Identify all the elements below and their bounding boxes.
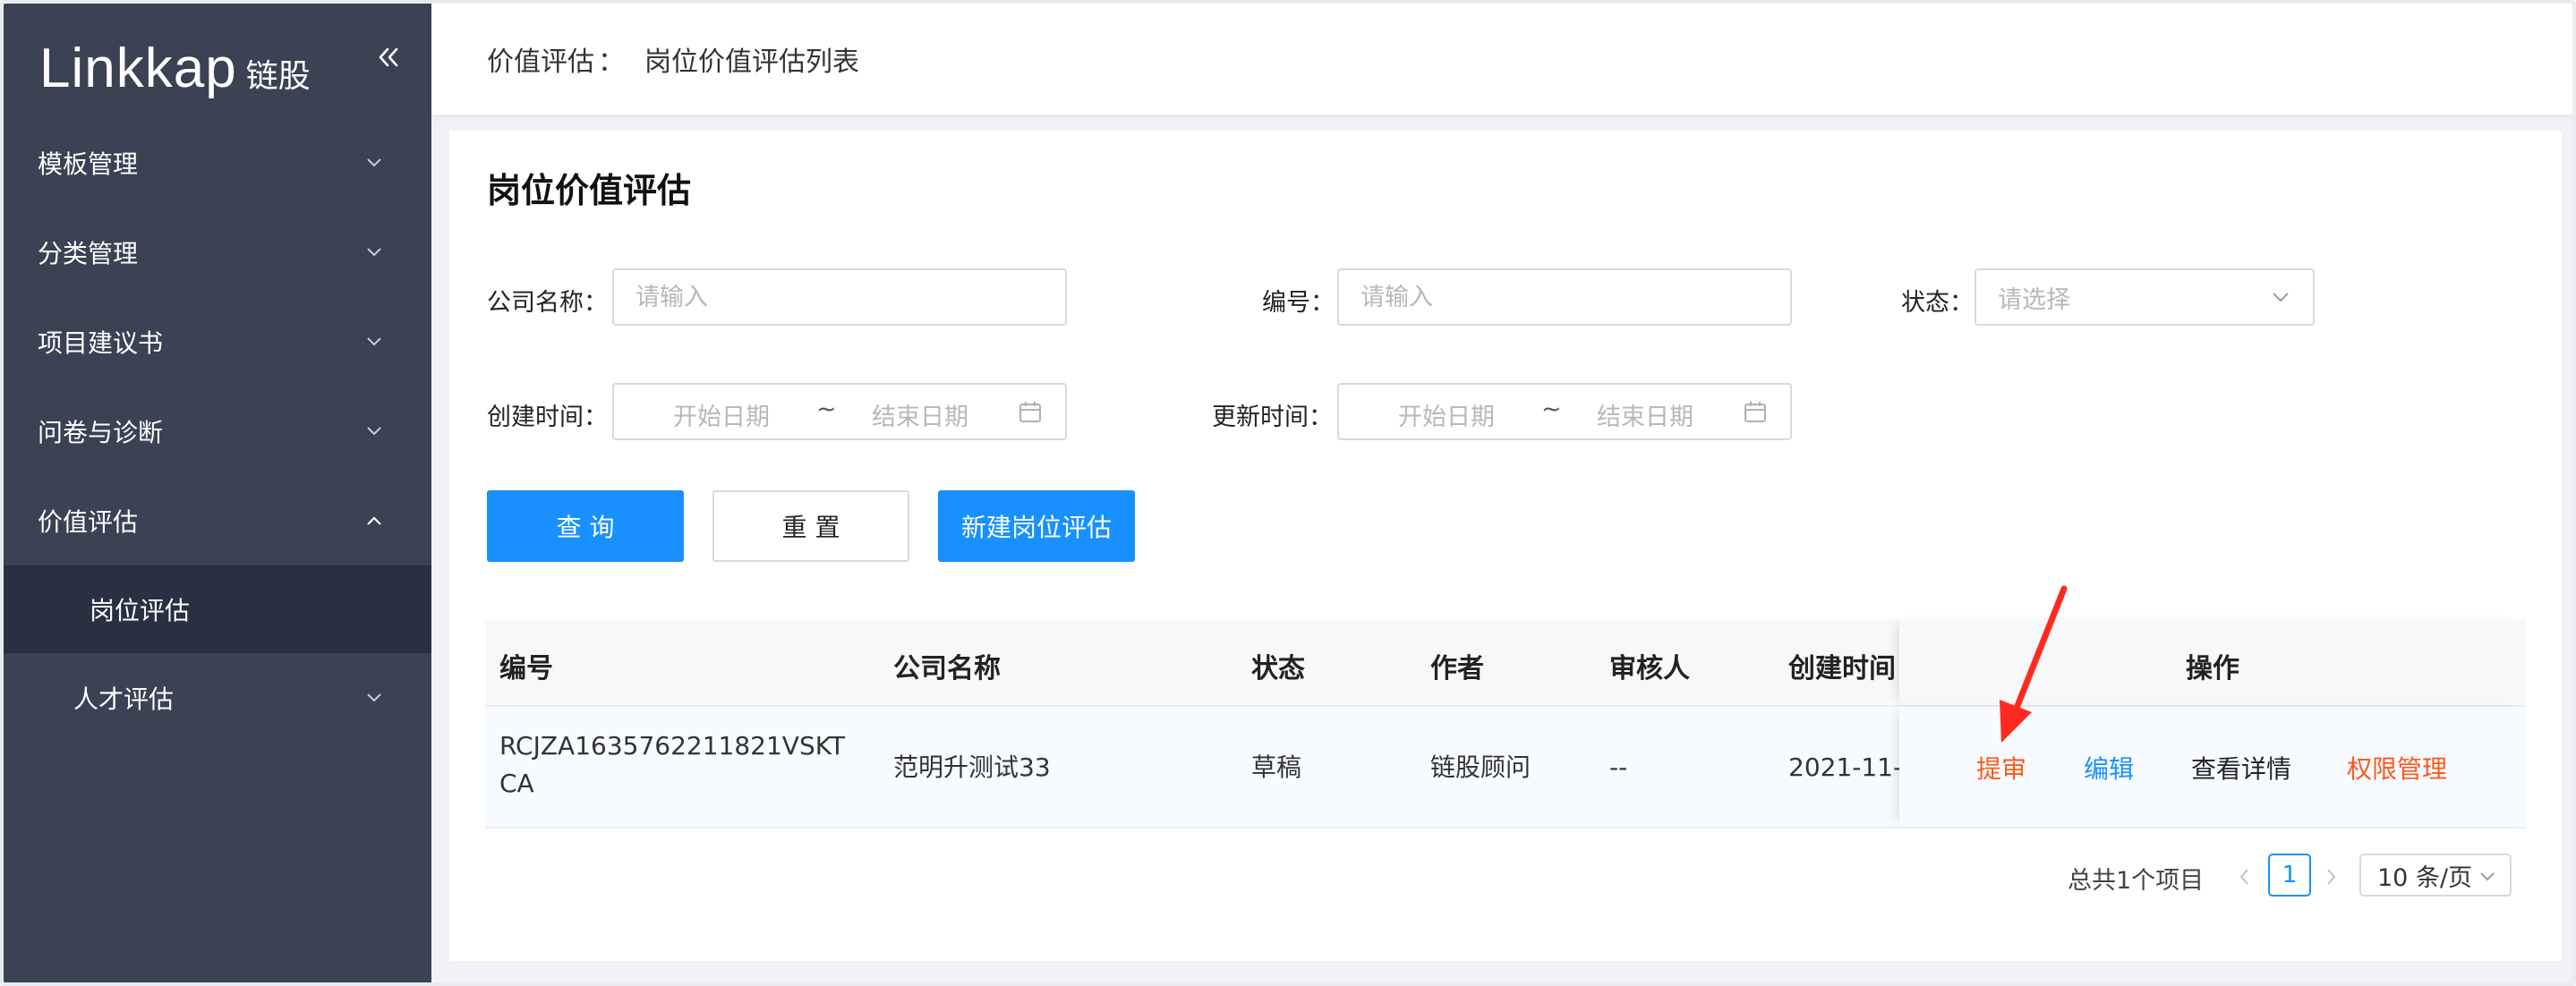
status-select[interactable]: 请选择 (1975, 268, 2315, 326)
company-name-input[interactable] (612, 268, 1067, 326)
sidebar-item-questionnaire[interactable]: 问卷与诊断 (4, 387, 431, 476)
updated-end-date: 结束日期 (1597, 404, 1693, 431)
brand-name-cn: 链股 (245, 58, 311, 95)
fixed-column-header: 操作 (1899, 619, 2526, 705)
status-select-placeholder: 请选择 (1998, 285, 2070, 314)
created-start-date: 开始日期 (673, 404, 770, 431)
code-input[interactable] (1337, 268, 1792, 326)
sidebar-item-category-management[interactable]: 分类管理 (4, 208, 431, 297)
chevron-down-icon (2273, 293, 2289, 302)
sidebar-item-template-management[interactable]: 模板管理 (4, 118, 431, 208)
page-size-select[interactable]: 10 条/页 (2359, 854, 2512, 897)
sidebar-item-label: 项目建议书 (38, 328, 164, 358)
permission-management-link[interactable]: 权限管理 (2347, 750, 2447, 786)
brand-name: Linkkap (39, 38, 237, 99)
chevron-down-icon (367, 248, 381, 257)
chevron-down-icon (2480, 872, 2495, 881)
updated-start-date: 开始日期 (1398, 404, 1495, 431)
cell-reviewer: -- (1609, 752, 1628, 782)
cell-created: 2021-11- (1788, 752, 1903, 782)
sidebar-menu: 模板管理 分类管理 项目建议书 问卷与诊断 价值评估 岗位评估 人才评估 (4, 118, 431, 743)
breadcrumb-root[interactable]: 价值评估 (487, 39, 594, 79)
breadcrumb: 价值评估 ： 岗位价值评估列表 (431, 4, 2572, 115)
cell-company: 范明升测试33 (893, 752, 1051, 782)
fixed-column-actions: 提审 编辑 查看详情 权限管理 (1899, 707, 2526, 827)
calendar-icon (1019, 402, 1041, 422)
sidebar-item-project-proposal[interactable]: 项目建议书 (4, 297, 431, 387)
pagination-page[interactable]: 1 (2268, 854, 2311, 897)
create-position-assessment-button[interactable]: 新建岗位评估 (938, 490, 1135, 562)
sidebar-subitem-position-assessment[interactable]: 岗位评估 (4, 565, 431, 653)
main-card: 岗位价值评估 公司名称： 编号： 状态： 请选择 创建时间： 开始日期 ~ 结束… (449, 131, 2562, 961)
calendar-icon (1744, 402, 1766, 422)
column-header-actions: 操作 (2186, 653, 2239, 684)
chevron-down-icon (367, 693, 381, 702)
cell-author: 链股顾问 (1430, 752, 1531, 782)
created-time-label: 创建时间： (487, 404, 608, 431)
pagination-total: 总共1个项目 (2068, 867, 2205, 895)
column-header-company: 公司名称 (893, 653, 1001, 684)
page-title: 岗位价值评估 (487, 171, 692, 210)
breadcrumb-separator: ： (598, 47, 625, 78)
created-date-range[interactable]: 开始日期 ~ 结束日期 (612, 383, 1067, 440)
range-separator: ~ (1541, 395, 1562, 423)
sidebar-item-label: 价值评估 (38, 507, 139, 537)
chevron-right-icon[interactable] (2322, 866, 2340, 888)
cell-code-line2: CA (499, 769, 534, 798)
column-header-reviewer: 审核人 (1609, 653, 1690, 684)
cell-code-line1: RCJZA1635762211821VSKT (499, 731, 846, 761)
app-frame: Linkkap 链股 模板管理 分类管理 项目建议书 问卷与诊断 价值评估 岗位… (0, 0, 2576, 986)
created-end-date: 结束日期 (872, 404, 968, 431)
column-header-status: 状态 (1251, 653, 1305, 684)
submit-review-link[interactable]: 提审 (1976, 750, 2026, 786)
sidebar-item-value-assessment[interactable]: 价值评估 (4, 476, 431, 565)
edit-link[interactable]: 编辑 (2084, 750, 2134, 786)
sidebar-item-label: 分类管理 (38, 239, 139, 268)
updated-date-range[interactable]: 开始日期 ~ 结束日期 (1337, 383, 1792, 440)
logo: Linkkap 链股 (39, 25, 311, 97)
company-name-label: 公司名称： (487, 289, 608, 317)
sidebar-item-talent-assessment[interactable]: 人才评估 (4, 653, 431, 743)
status-label: 状态： (1901, 289, 1974, 317)
sidebar: Linkkap 链股 模板管理 分类管理 项目建议书 问卷与诊断 价值评估 岗位… (4, 4, 431, 982)
query-button[interactable]: 查 询 (487, 490, 684, 562)
view-detail-link[interactable]: 查看详情 (2191, 750, 2291, 786)
code-label: 编号： (1262, 289, 1335, 317)
reset-button[interactable]: 重 置 (712, 490, 909, 562)
chevron-down-icon (367, 337, 381, 346)
chevron-left-icon[interactable] (2236, 866, 2254, 888)
sidebar-item-label: 模板管理 (38, 149, 139, 179)
breadcrumb-current: 岗位价值评估列表 (644, 47, 859, 78)
chevron-down-icon (367, 427, 381, 436)
table-row: RCJZA1635762211821VSKT CA 范明升测试33 草稿 链股顾… (485, 707, 2526, 829)
chevron-up-icon (367, 516, 381, 525)
column-header-created: 创建时间 (1788, 653, 1896, 684)
double-chevron-left-icon[interactable] (371, 39, 406, 75)
column-header-code: 编号 (499, 653, 553, 684)
cell-status: 草稿 (1251, 752, 1302, 782)
range-separator: ~ (816, 395, 837, 423)
page-size-value: 10 条/页 (2377, 863, 2473, 892)
sidebar-item-label: 人才评估 (73, 684, 175, 714)
chevron-down-icon (367, 158, 381, 167)
updated-time-label: 更新时间： (1212, 404, 1333, 431)
sidebar-item-label: 问卷与诊断 (38, 418, 164, 447)
column-header-author: 作者 (1430, 653, 1484, 684)
table-header: 编号 公司名称 状态 作者 审核人 创建时间 操作 (485, 619, 2526, 707)
